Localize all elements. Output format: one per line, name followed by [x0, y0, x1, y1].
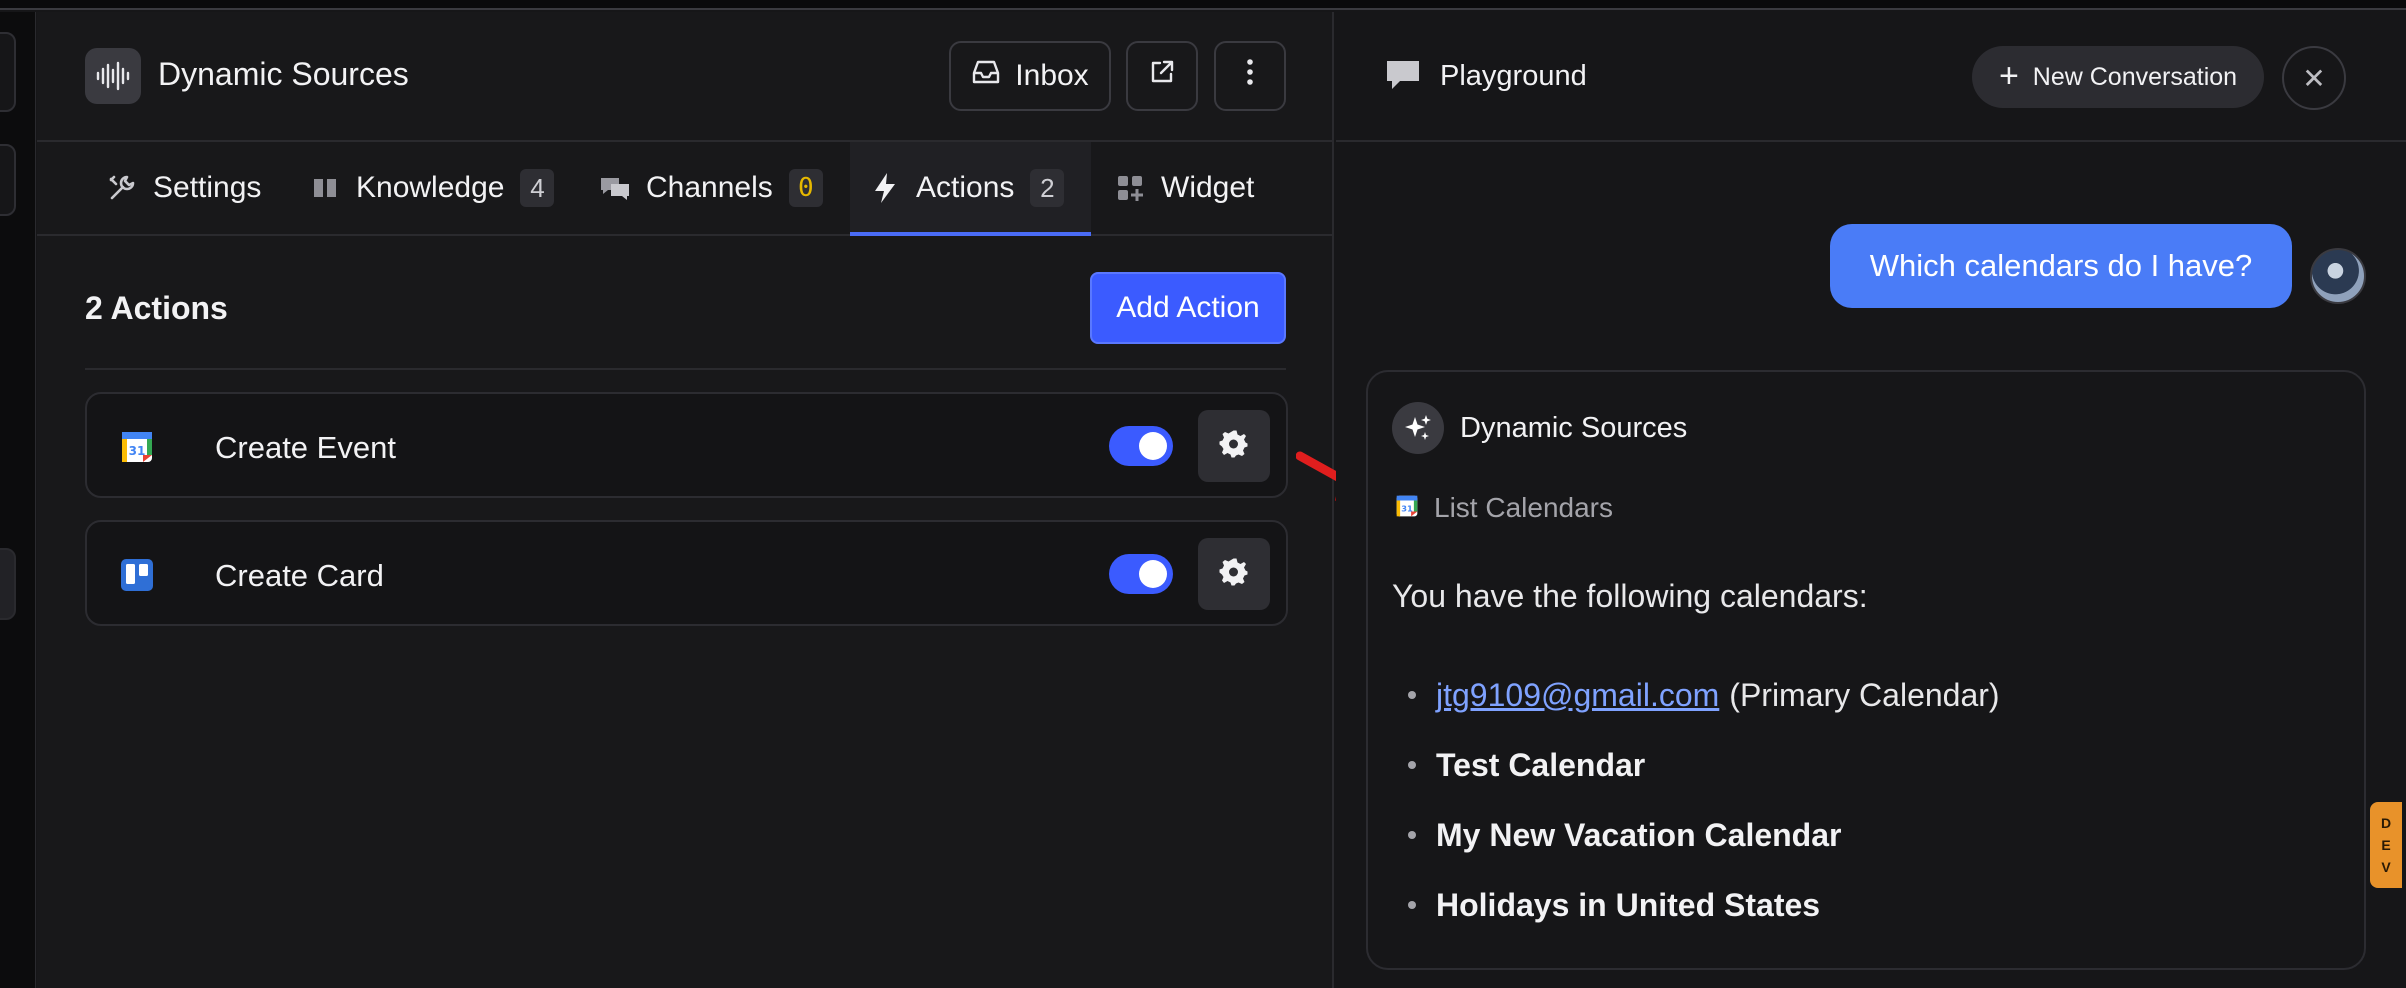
tab-channels[interactable]: Channels 0 [598, 142, 823, 234]
config-tabs: Settings Knowledge 4 Channels 0 Actions … [37, 140, 1332, 236]
left-sidebar-edge [0, 12, 36, 988]
tools-icon [105, 171, 139, 205]
close-icon: ✕ [2302, 62, 2326, 94]
knowledge-count-badge: 4 [520, 169, 555, 207]
tab-widget[interactable]: Widget [1113, 142, 1254, 234]
external-link-icon [1148, 58, 1176, 94]
playground-title: Playground [1440, 60, 1587, 92]
action-item-create-card[interactable]: Create Card [85, 520, 1288, 626]
actions-heading: 2 Actions [85, 290, 228, 326]
audio-wave-icon [85, 48, 141, 104]
more-options-button[interactable] [1214, 41, 1286, 111]
tab-label: Channels [646, 171, 773, 204]
action-item-create-event[interactable]: 31 Create Event [85, 392, 1288, 498]
agent-config-panel: Dynamic Sources Inbox Settings Knowledge… [37, 12, 1334, 988]
panel-header: Dynamic Sources Inbox [37, 12, 1332, 142]
playground-panel: Playground + New Conversation ✕ Which ca… [1336, 12, 2406, 988]
bullet-dot [1408, 901, 1416, 909]
agent-title: Dynamic Sources [158, 56, 409, 92]
close-playground-button[interactable]: ✕ [2282, 46, 2346, 110]
toggle-knob [1139, 560, 1167, 588]
book-icon [308, 171, 342, 205]
section-divider [85, 368, 1286, 370]
tab-label: Knowledge [356, 171, 505, 204]
assistant-message-card: Dynamic Sources 31 List Calendars You ha… [1366, 370, 2366, 970]
google-calendar-icon: 31 [121, 431, 153, 463]
chat-bubble-icon [1384, 58, 1422, 97]
google-calendar-icon: 31 [1396, 495, 1418, 522]
gear-icon [1219, 429, 1249, 464]
window-top-edge [0, 0, 2406, 10]
dev-tools-tab[interactable]: D E V [2370, 802, 2402, 888]
action-name: Create Card [215, 558, 384, 593]
tool-call-name: List Calendars [1434, 492, 1613, 523]
calendar-note: (Primary Calendar) [1729, 676, 2000, 713]
inbox-button[interactable]: Inbox [949, 41, 1111, 111]
tab-label: Widget [1161, 171, 1255, 204]
action-enabled-toggle[interactable] [1109, 554, 1173, 594]
inbox-label: Inbox [1015, 59, 1089, 92]
chat-bubbles-icon [598, 171, 632, 205]
channels-count-badge: 0 [788, 169, 823, 207]
new-conversation-label: New Conversation [2032, 62, 2238, 91]
gear-icon [1219, 557, 1249, 592]
tab-knowledge[interactable]: Knowledge 4 [308, 142, 555, 234]
dev-tab-letter: E [2381, 837, 2391, 853]
tab-settings[interactable]: Settings [105, 142, 261, 234]
sparkles-icon [1392, 402, 1444, 454]
action-enabled-toggle[interactable] [1109, 426, 1173, 466]
tab-label: Settings [153, 171, 262, 204]
new-conversation-button[interactable]: + New Conversation [1972, 46, 2264, 108]
svg-text:31: 31 [129, 444, 146, 458]
bullet-dot [1408, 761, 1416, 769]
tool-call-indicator[interactable]: 31 List Calendars [1396, 492, 1613, 524]
action-settings-button[interactable] [1198, 410, 1270, 482]
kebab-menu-icon [1246, 58, 1254, 94]
dev-tab-letter: V [2381, 859, 2391, 875]
bullet-dot [1408, 831, 1416, 839]
calendar-name: My New Vacation Calendar [1436, 816, 1842, 853]
playground-header: Playground + New Conversation ✕ [1336, 12, 2406, 142]
widget-grid-icon [1113, 171, 1147, 205]
sidebar-fragment[interactable] [0, 144, 16, 216]
open-external-button[interactable] [1126, 41, 1198, 111]
plus-icon: + [1998, 56, 2019, 95]
bullet-dot [1408, 691, 1416, 699]
dev-tab-letter: D [2380, 815, 2392, 831]
bolt-icon [868, 171, 902, 205]
tab-label: Actions [916, 171, 1015, 204]
action-name: Create Event [215, 430, 396, 465]
sidebar-fragment[interactable] [0, 548, 16, 620]
sidebar-fragment[interactable] [0, 32, 16, 112]
list-item: My New Vacation Calendar [1408, 800, 2000, 870]
inbox-tray-icon [971, 59, 1001, 93]
calendar-list: jtg9109@gmail.com (Primary Calendar) Tes… [1408, 660, 2000, 940]
toggle-knob [1139, 432, 1167, 460]
assistant-name: Dynamic Sources [1460, 412, 1688, 444]
trello-icon [121, 559, 153, 591]
avatar [2310, 248, 2366, 304]
actions-count-badge: 2 [1030, 169, 1065, 207]
svg-text:31: 31 [1401, 503, 1413, 513]
add-action-button[interactable]: Add Action [1090, 272, 1286, 344]
user-message: Which calendars do I have? [1830, 224, 2292, 308]
assistant-intro-text: You have the following calendars: [1392, 578, 1868, 614]
calendar-name: Test Calendar [1436, 746, 1646, 783]
action-settings-button[interactable] [1198, 538, 1270, 610]
list-item: jtg9109@gmail.com (Primary Calendar) [1408, 660, 2000, 730]
tab-actions[interactable]: Actions 2 [850, 142, 1091, 236]
list-item: Test Calendar [1408, 730, 2000, 800]
email-link[interactable]: jtg9109@gmail.com [1436, 677, 1719, 714]
calendar-name: Holidays in United States [1436, 886, 1821, 923]
list-item: Holidays in United States [1408, 870, 2000, 940]
